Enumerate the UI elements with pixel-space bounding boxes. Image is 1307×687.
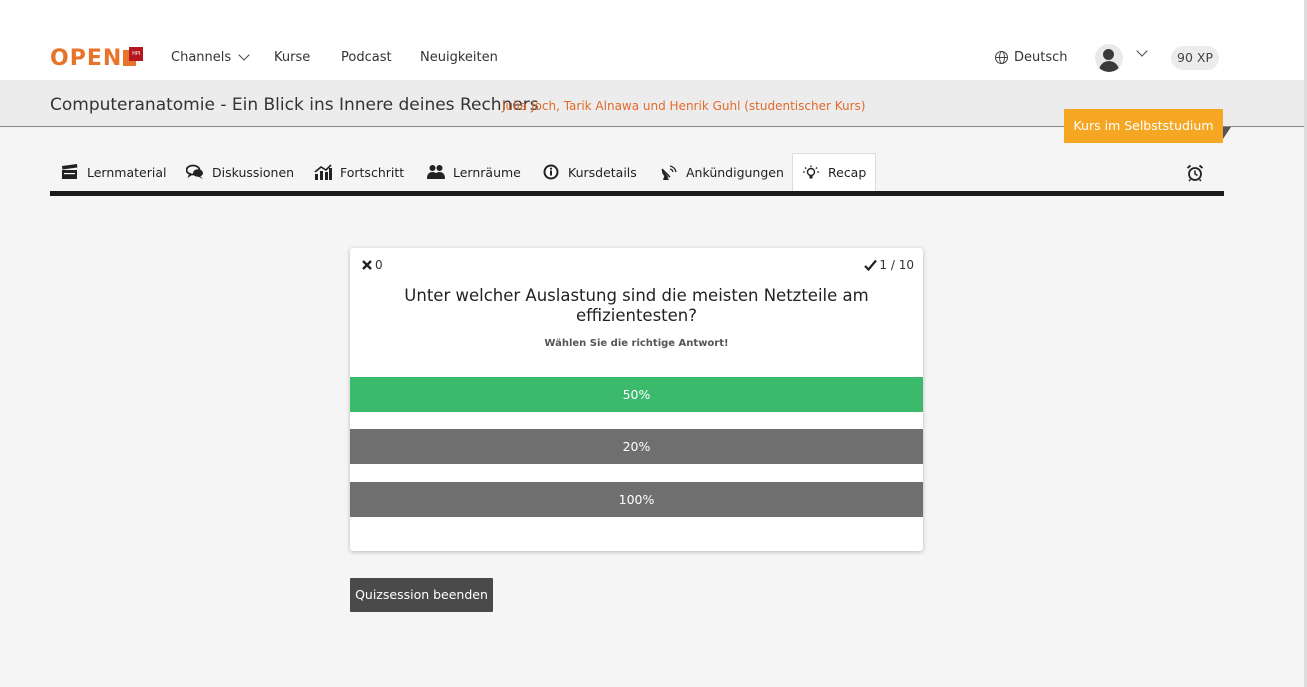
tab-fortschritt[interactable]: Fortschritt bbox=[314, 153, 404, 191]
quiz-card: 0 1 / 10 Unter welcher Auslastung sind d… bbox=[350, 248, 923, 551]
clapperboard-icon bbox=[62, 164, 78, 179]
group-icon bbox=[427, 165, 445, 179]
progress-counter: 1 / 10 bbox=[864, 258, 914, 272]
self-study-badge: Kurs im Selbststudium bbox=[1064, 109, 1223, 143]
openhpi-logo[interactable]: OPEN HPI bbox=[50, 46, 144, 71]
quiz-question: Unter welcher Auslastung sind die meiste… bbox=[404, 286, 869, 325]
course-tabs: Lernmaterial Diskussionen Fortschritt Le… bbox=[50, 153, 1224, 193]
tabs-underline bbox=[50, 191, 1224, 196]
chart-icon bbox=[314, 164, 332, 180]
globe-icon bbox=[995, 51, 1008, 64]
wrong-count: 0 bbox=[375, 258, 383, 272]
alarm-clock-icon[interactable] bbox=[1186, 164, 1204, 182]
satellite-dish-icon bbox=[661, 165, 677, 180]
tab-label: Kursdetails bbox=[568, 164, 637, 180]
tab-label: Diskussionen bbox=[212, 164, 295, 180]
answer-option[interactable]: 50% bbox=[350, 377, 923, 412]
tab-diskussionen[interactable]: Diskussionen bbox=[186, 153, 294, 191]
course-authors: Julia Joch, Tarik Alnawa und Henrik Guhl… bbox=[502, 99, 866, 113]
badge-fold bbox=[1223, 127, 1231, 139]
chevron-down-icon bbox=[238, 49, 250, 61]
language-label: Deutsch bbox=[1014, 50, 1068, 65]
tab-lernmaterial[interactable]: Lernmaterial bbox=[61, 153, 166, 191]
logo-mark: HPI bbox=[123, 47, 144, 67]
tab-label: Ankündigungen bbox=[686, 164, 784, 180]
tab-label: Fortschritt bbox=[340, 164, 405, 180]
quiz-hint: Wählen Sie die richtige Antwort! bbox=[544, 338, 729, 349]
answer-option[interactable]: 100% bbox=[350, 482, 923, 517]
logo-badge: HPI bbox=[129, 47, 144, 61]
cross-icon bbox=[362, 260, 372, 270]
lightbulb-icon bbox=[803, 165, 819, 178]
tab-lernraeume[interactable]: Lernräume bbox=[427, 153, 521, 191]
nav-channels-label: Channels bbox=[171, 50, 232, 65]
tab-ankuendigungen[interactable]: Ankündigungen bbox=[660, 153, 784, 191]
user-menu-chevron-icon[interactable] bbox=[1136, 45, 1148, 57]
tab-label: Lernmaterial bbox=[87, 164, 167, 180]
nav-neuigkeiten[interactable]: Neuigkeiten bbox=[420, 50, 498, 65]
language-selector[interactable]: Deutsch bbox=[995, 50, 1068, 65]
checkmark-icon bbox=[864, 259, 878, 271]
info-icon bbox=[543, 164, 559, 180]
xp-badge[interactable]: 90 XP bbox=[1171, 46, 1219, 70]
nav-channels[interactable]: Channels bbox=[171, 49, 250, 65]
logo-text: OPEN bbox=[50, 46, 123, 71]
nav-kurse[interactable]: Kurse bbox=[274, 50, 310, 65]
answer-option[interactable]: 20% bbox=[350, 429, 923, 464]
course-title[interactable]: Computeranatomie - Ein Blick ins Innere … bbox=[50, 95, 539, 115]
wrong-counter: 0 bbox=[361, 258, 383, 272]
avatar[interactable] bbox=[1095, 44, 1123, 72]
tab-kursdetails[interactable]: Kursdetails bbox=[542, 153, 637, 191]
nav-podcast[interactable]: Podcast bbox=[341, 50, 392, 65]
tab-label: Recap bbox=[828, 165, 867, 180]
tab-label: Lernräume bbox=[453, 164, 521, 180]
end-quiz-session-button[interactable]: Quizsession beenden bbox=[350, 578, 493, 612]
progress-count: 1 / 10 bbox=[879, 258, 914, 272]
speech-bubbles-icon bbox=[186, 164, 203, 179]
top-navigation-bar: OPEN HPI Channels Kurse Podcast Neuigkei… bbox=[0, 0, 1307, 80]
tab-recap[interactable]: Recap bbox=[792, 153, 877, 191]
